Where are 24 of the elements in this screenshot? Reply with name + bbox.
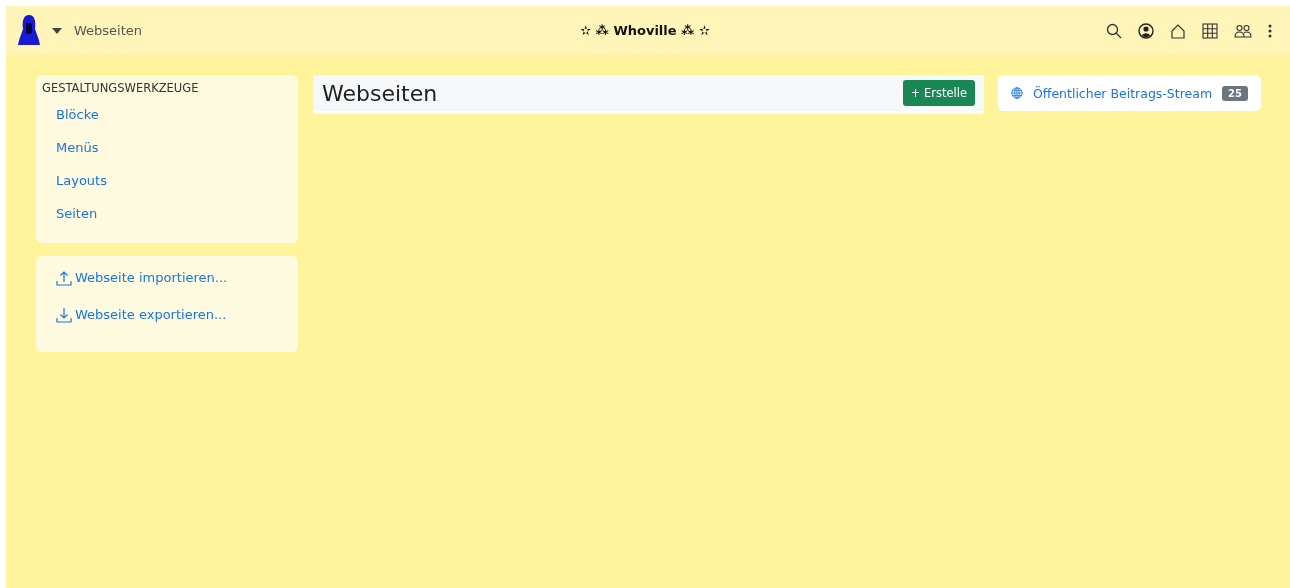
upload-icon (56, 270, 72, 286)
sidebar-link[interactable]: Webseite importieren... (75, 270, 228, 285)
create-button[interactable]: + Erstelle (902, 80, 975, 106)
caret-icon[interactable] (52, 27, 62, 34)
avatar-icon[interactable] (18, 12, 40, 45)
download-icon (56, 307, 72, 323)
grid-icon[interactable] (1202, 22, 1218, 39)
count-badge: 25 (1222, 85, 1248, 101)
sidebar-item[interactable]: Menüs (42, 136, 292, 169)
stream-link[interactable]: Öffentlicher Beitrags-Stream (1032, 85, 1213, 101)
sidebar-item[interactable]: Layouts (42, 169, 292, 202)
sidebar-item[interactable]: Seiten (42, 202, 292, 235)
sidebar-link[interactable]: Webseite exportieren... (75, 307, 227, 322)
globe-icon (1011, 85, 1023, 101)
user-icon[interactable] (1138, 22, 1154, 39)
people-icon[interactable] (1234, 22, 1252, 39)
home-icon[interactable] (1170, 22, 1186, 39)
page-title: Webseiten (74, 23, 143, 38)
section-heading: GESTALTUNGSWERKZEUGE (42, 81, 200, 95)
site-name[interactable]: ✫ ⁂ Whoville ⁂ ✫ (580, 23, 710, 38)
search-icon[interactable] (1106, 22, 1122, 39)
more-icon[interactable] (1268, 23, 1272, 38)
sidebar-item[interactable]: Blöcke (42, 103, 292, 136)
page-heading: Webseiten (322, 80, 438, 106)
